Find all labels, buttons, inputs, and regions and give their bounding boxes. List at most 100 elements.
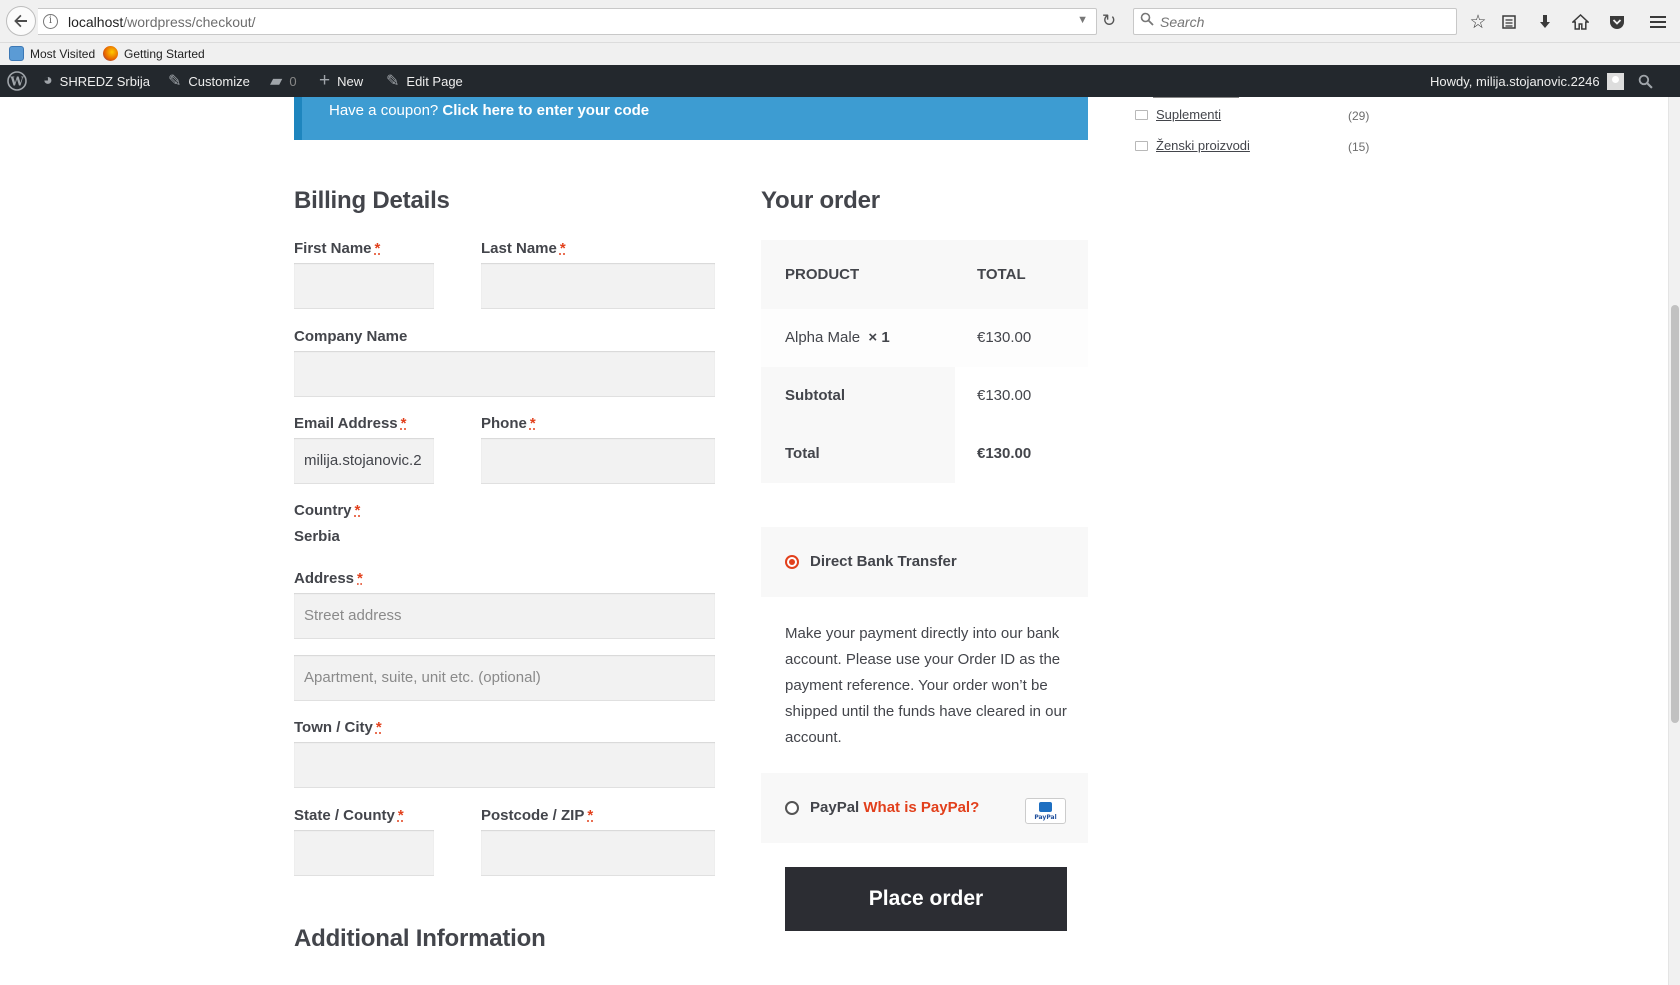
category-item[interactable]: Suplementi (1135, 107, 1221, 122)
country-value: Serbia (294, 528, 340, 545)
url-text[interactable]: localhost/wordpress/checkout/ (68, 14, 256, 30)
edit-page-link[interactable]: ✎ Edit Page (386, 65, 463, 97)
comments-link[interactable]: ▰ 0 (270, 65, 297, 97)
required-mark: * (354, 502, 361, 519)
email-input[interactable] (294, 438, 434, 484)
bank-transfer-description: Make your payment directly into our bank… (785, 625, 1067, 746)
country-label: Country * (294, 502, 360, 519)
order-header-row: PRODUCT TOTAL (761, 240, 1088, 309)
total-value: €130.00 (977, 445, 1032, 462)
category-link[interactable]: Ženski proizvodi (1156, 138, 1250, 153)
coupon-link[interactable]: Click here to enter your code (442, 102, 649, 119)
required-mark: * (397, 807, 404, 824)
company-input[interactable] (294, 351, 715, 397)
site-name-link[interactable]: ◕ SHREDZ Srbija (43, 65, 150, 97)
home-icon[interactable] (1567, 9, 1593, 35)
order-item-row: Alpha Male × 1 €130.00 (761, 309, 1088, 367)
last-name-input[interactable] (481, 263, 715, 309)
column-product: PRODUCT (785, 266, 860, 283)
subtotal-label: Subtotal (785, 387, 845, 404)
comments-count: 0 (289, 73, 297, 89)
new-content-link[interactable]: + New (319, 65, 363, 97)
category-link[interactable]: Suplementi (1156, 107, 1221, 122)
phone-input[interactable] (481, 438, 715, 484)
bookmark-getting-started[interactable]: Getting Started (103, 46, 205, 61)
totals-label-column (761, 367, 955, 483)
plus-icon: + (319, 70, 331, 91)
search-box[interactable] (1133, 8, 1457, 35)
site-name: SHREDZ Srbija (59, 73, 150, 89)
wordpress-logo-icon[interactable]: W (7, 65, 27, 97)
subtotal-value: €130.00 (977, 387, 1032, 404)
url-path: /wordpress/checkout/ (123, 14, 256, 30)
pencil-icon: ✎ (386, 73, 400, 90)
first-name-input[interactable] (294, 263, 434, 309)
first-name-label: First Name * (294, 240, 380, 257)
required-mark: * (357, 570, 363, 587)
folder-icon (1135, 109, 1148, 120)
bank-transfer-label: Direct Bank Transfer (810, 553, 957, 570)
category-count: (15) (1348, 140, 1370, 154)
bank-transfer-radio[interactable] (785, 555, 799, 569)
payment-method-bank[interactable]: Direct Bank Transfer (761, 527, 1088, 597)
dashboard-icon: ◕ (43, 72, 53, 89)
bookmark-star-icon[interactable]: ☆ (1465, 9, 1491, 35)
scrollbar-thumb[interactable] (1671, 305, 1679, 723)
last-name-label: Last Name * (481, 240, 566, 257)
svg-text:PayPal: PayPal (1034, 814, 1056, 821)
state-label: State / County * (294, 807, 404, 824)
label-text: Town / City (294, 719, 373, 736)
download-icon[interactable] (1532, 9, 1558, 35)
address-label: Address * (294, 570, 363, 587)
customize-link[interactable]: ✎ Customize (168, 65, 250, 97)
item-name: Alpha Male × 1 (785, 329, 890, 346)
state-input[interactable] (294, 830, 434, 876)
company-label: Company Name (294, 328, 408, 345)
item-total: €130.00 (977, 329, 1032, 346)
required-mark: * (374, 240, 381, 257)
menu-icon[interactable] (1645, 9, 1671, 35)
bookmark-most-visited[interactable]: Most Visited (9, 46, 95, 61)
brush-icon: ✎ (168, 73, 182, 90)
category-item[interactable]: Ženski proizvodi (1135, 138, 1250, 153)
required-mark: * (375, 719, 382, 736)
category-link-underline-partial (1153, 97, 1239, 98)
label-text: Email Address (294, 415, 398, 432)
customize-label: Customize (188, 73, 250, 89)
page-content: Have a coupon? Click here to enter your … (0, 97, 1668, 985)
svg-text:W: W (9, 75, 24, 89)
info-icon[interactable]: i (43, 14, 58, 29)
email-label: Email Address * (294, 415, 407, 432)
bookmarks-list-icon[interactable] (1496, 9, 1522, 35)
additional-info-title: Additional Information (294, 925, 546, 952)
postcode-input[interactable] (481, 830, 715, 876)
total-label: Total (785, 445, 820, 462)
url-bar[interactable]: i localhost/wordpress/checkout/ ▼ (38, 8, 1097, 35)
label-text: First Name (294, 240, 372, 257)
bookmark-label: Getting Started (124, 46, 205, 61)
item-qty: × 1 (868, 329, 890, 346)
column-total: TOTAL (977, 266, 1026, 283)
street-address-input[interactable] (294, 593, 715, 639)
url-host: localhost (68, 14, 124, 30)
city-input[interactable] (294, 742, 715, 788)
paypal-radio[interactable] (785, 801, 799, 815)
category-count: (29) (1348, 109, 1370, 123)
pocket-icon[interactable] (1604, 9, 1630, 35)
firefox-icon (103, 46, 118, 61)
what-is-paypal-link[interactable]: What is PayPal? (863, 799, 979, 816)
search-input[interactable] (1160, 12, 1440, 32)
edit-page-label: Edit Page (406, 73, 463, 89)
admin-search-icon[interactable] (1638, 65, 1653, 97)
howdy-text: Howdy, milija.stojanovic.2246 (1430, 73, 1600, 89)
order-totals: Subtotal €130.00 Total €130.00 (761, 367, 1088, 483)
coupon-prefix: Have a coupon? (329, 102, 439, 119)
my-account-link[interactable]: Howdy, milija.stojanovic.2246 (1430, 65, 1624, 97)
url-dropdown-icon[interactable]: ▼ (1077, 14, 1088, 26)
page-scrollbar[interactable] (1668, 97, 1680, 985)
reload-icon[interactable]: ↻ (1098, 8, 1120, 35)
place-order-button[interactable]: Place order (785, 867, 1067, 931)
apartment-input[interactable] (294, 655, 715, 701)
required-mark: * (529, 415, 536, 432)
back-button[interactable] (6, 6, 36, 36)
